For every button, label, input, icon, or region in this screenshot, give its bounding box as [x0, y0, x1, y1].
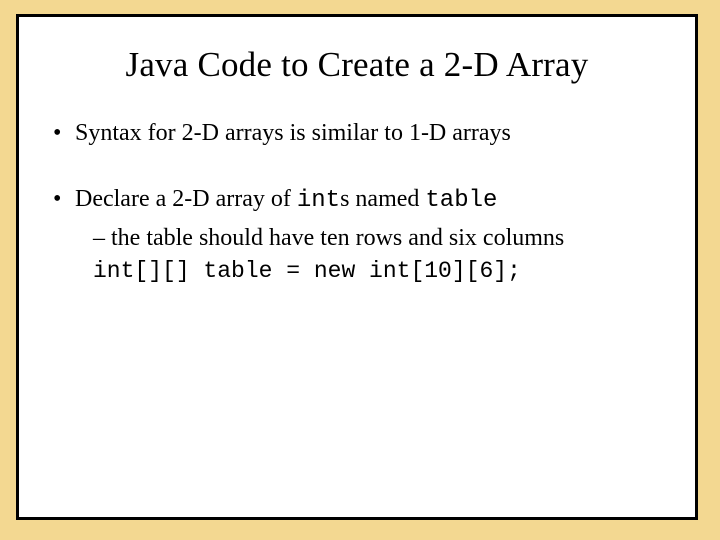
bullet-list: Syntax for 2-D arrays is similar to 1-D … — [49, 117, 667, 287]
sub-list: the table should have ten rows and six c… — [75, 222, 667, 287]
code-line: int[][] table = new int[10][6]; — [93, 256, 667, 287]
bullet-text-part: Declare a 2-D array of — [75, 186, 297, 212]
bullet-item: Syntax for 2-D arrays is similar to 1-D … — [49, 117, 667, 149]
slide-title: Java Code to Create a 2-D Array — [47, 45, 667, 85]
sub-bullet-text: the table should have ten rows and six c… — [111, 225, 564, 251]
code-inline: int — [297, 187, 340, 214]
code-inline: table — [425, 187, 497, 214]
bullet-text-part: s named — [340, 186, 425, 212]
bullet-item: Declare a 2-D array of ints named table … — [49, 183, 667, 287]
sub-bullet: the table should have ten rows and six c… — [93, 222, 667, 254]
slide-frame: Java Code to Create a 2-D Array Syntax f… — [16, 14, 698, 520]
bullet-text: Syntax for 2-D arrays is similar to 1-D … — [75, 120, 511, 146]
bullet-text: Declare a 2-D array of ints named table — [75, 186, 497, 212]
